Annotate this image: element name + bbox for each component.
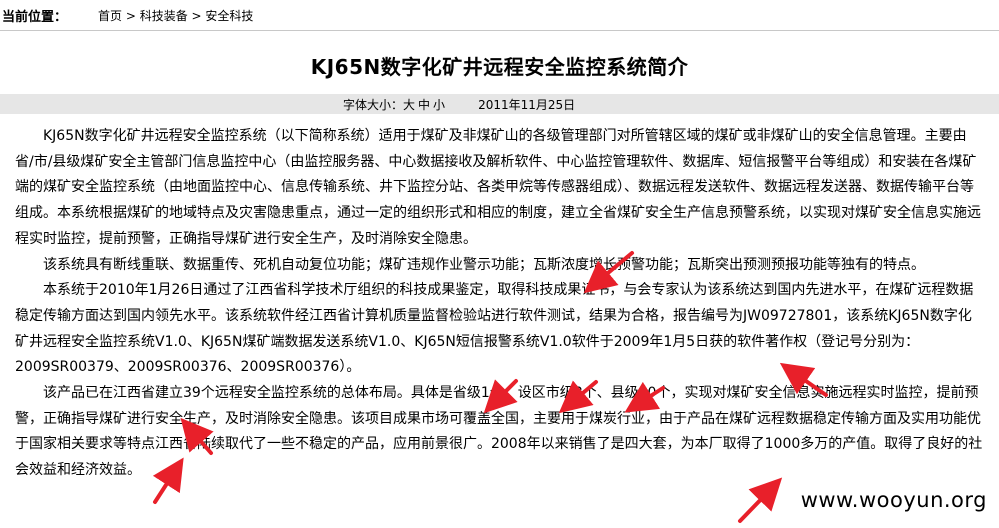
font-size-large-button[interactable]: 大 (403, 98, 415, 112)
font-size-label: 字体大小： (343, 98, 404, 112)
article-title: KJ65N数字化矿井远程安全监控系统简介 (310, 55, 689, 79)
article-date: 2011年11月25日 (478, 98, 576, 112)
article-paragraph: 该系统具有断线重联、数据重传、死机自动复位功能；煤矿违规作业警示功能；瓦斯浓度增… (43, 256, 925, 273)
article-body: KJ65N数字化矿井远程安全监控系统（以下简称系统）适用于煤矿及非煤矿山的各级管… (15, 124, 983, 484)
breadcrumb-separator: > (187, 9, 206, 23)
article-meta-bar: 字体大小：大中小 2011年11月25日 (0, 94, 999, 114)
breadcrumb-item-safety-tech[interactable]: 安全科技 (205, 9, 253, 23)
font-size-small-button[interactable]: 小 (433, 98, 445, 112)
annotation-arrow-icon (738, 477, 783, 523)
breadcrumb-item-home[interactable]: 首页 (98, 9, 122, 23)
breadcrumb-label: 当前位置： (2, 10, 68, 25)
article-paragraph: KJ65N数字化矿井远程安全监控系统（以下简称系统）适用于煤矿及非煤矿山的各级管… (15, 128, 981, 247)
breadcrumb-bar: 当前位置： 首页 > 科技装备 > 安全科技 (0, 0, 999, 31)
breadcrumb-separator: > (122, 9, 140, 23)
article-paragraph: 本系统于2010年1月26日通过了江西省科学技术厅组织的科技成果鉴定，取得科技成… (15, 282, 974, 376)
watermark: www.wooyun.org (800, 488, 987, 512)
article-meta: 字体大小：大中小 2011年11月25日 (343, 96, 575, 113)
breadcrumb-item-tech-equipment[interactable]: 科技装备 (140, 9, 188, 23)
font-size-medium-button[interactable]: 中 (418, 98, 430, 112)
article-paragraph: 该产品已在江西省建立39个远程安全监控系统的总体布局。具体是省级1个、设区市级8… (15, 385, 983, 479)
breadcrumb: 首页 > 科技装备 > 安全科技 (98, 7, 253, 24)
